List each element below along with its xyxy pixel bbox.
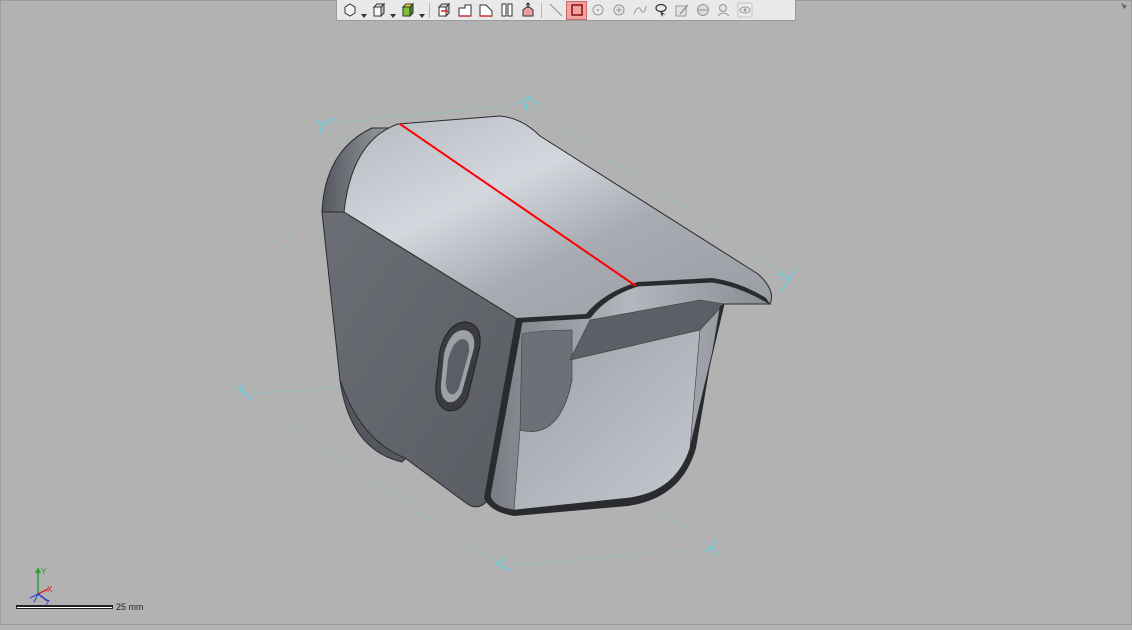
reference-triad: Y X Z xyxy=(29,567,53,606)
scale-line xyxy=(16,605,113,609)
front-view-button[interactable] xyxy=(454,1,475,20)
lasso-select-icon xyxy=(654,3,667,17)
front-view-icon xyxy=(458,4,471,17)
right-view-icon xyxy=(479,4,492,17)
display-style-button[interactable] xyxy=(397,1,418,20)
y-axis-label: Y xyxy=(41,567,47,576)
model-canvas[interactable] xyxy=(0,0,1132,625)
point-icon xyxy=(613,4,624,16)
toolbar-separator xyxy=(541,2,542,18)
point-button[interactable] xyxy=(608,1,629,20)
toolbar-separator xyxy=(429,2,430,18)
section-view-button[interactable] xyxy=(433,1,454,20)
line-sketch-button[interactable] xyxy=(545,1,566,20)
chevron-down-icon xyxy=(390,13,396,18)
circle-button[interactable] xyxy=(587,1,608,20)
rectangle-select-button[interactable] xyxy=(566,0,587,20)
spline-button[interactable] xyxy=(629,1,650,20)
top-view-button[interactable] xyxy=(496,1,517,20)
circle-icon xyxy=(592,4,603,16)
realview-icon xyxy=(717,4,729,17)
view-orientation-icon xyxy=(372,2,385,18)
view-orientation-caret[interactable] xyxy=(389,1,397,20)
display-style-icon xyxy=(401,2,414,18)
corner-resize-icon[interactable] xyxy=(1120,2,1128,10)
scale-bar: 25 mm xyxy=(16,602,144,612)
top-view-icon xyxy=(501,3,512,17)
edit-appearance-icon xyxy=(675,4,689,17)
view-orientation-button[interactable] xyxy=(368,1,389,20)
chevron-down-icon xyxy=(361,13,367,18)
line-sketch-icon xyxy=(549,3,562,17)
hide-show-icon xyxy=(737,2,752,18)
apply-scene-icon xyxy=(522,2,533,17)
part-model[interactable] xyxy=(321,115,772,516)
zoom-to-fit-icon xyxy=(344,3,355,17)
right-view-button[interactable] xyxy=(475,1,496,20)
x-axis-label: X xyxy=(47,585,53,594)
chevron-down-icon xyxy=(419,13,425,18)
zoom-to-fit-button[interactable] xyxy=(339,1,360,20)
section-view-icon xyxy=(437,2,450,18)
edit-appearance-button[interactable] xyxy=(671,1,692,20)
apply-scene-button[interactable] xyxy=(517,1,538,20)
render-tools-icon xyxy=(696,4,709,16)
render-tools-button[interactable] xyxy=(692,1,713,20)
heads-up-view-toolbar xyxy=(336,0,796,21)
lasso-select-button[interactable] xyxy=(650,1,671,20)
realview-button[interactable] xyxy=(713,1,734,20)
graphics-viewport[interactable] xyxy=(0,0,1132,625)
zoom-dropdown-caret[interactable] xyxy=(360,1,368,20)
rectangle-select-icon xyxy=(570,4,583,16)
display-style-caret[interactable] xyxy=(418,1,426,20)
spline-icon xyxy=(633,5,646,15)
hide-show-button[interactable] xyxy=(734,1,755,20)
scale-label: 25 mm xyxy=(116,602,144,612)
